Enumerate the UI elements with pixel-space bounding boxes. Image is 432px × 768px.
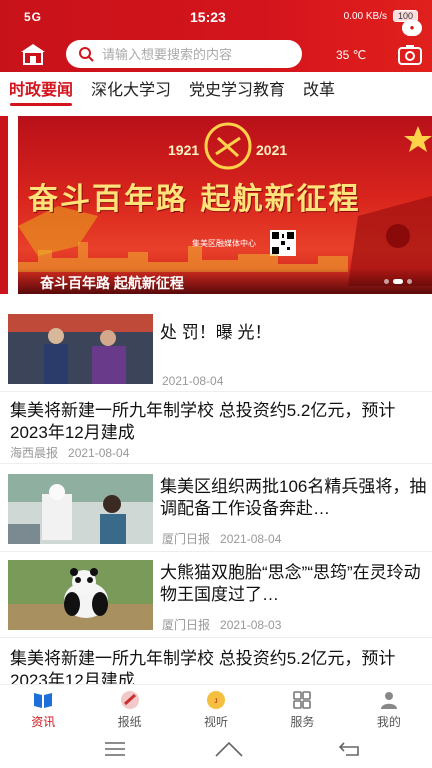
news-title: 集美将新建一所九年制学校 总投资约5.2亿元，预计2023年12月建成	[10, 401, 396, 442]
news-source: 海西晨报	[10, 446, 59, 460]
tab-reform[interactable]: 改革	[294, 72, 344, 110]
media-icon: ᴊ	[207, 691, 226, 709]
app-header: 5G 15:23 0.00 KB/s 100 35 ℃ ●	[0, 0, 432, 72]
newspaper-icon	[120, 691, 139, 709]
news-date: 2021-08-04	[162, 374, 224, 388]
camera-icon[interactable]	[396, 40, 424, 68]
nav-news[interactable]: 资讯	[0, 685, 86, 730]
news-meta: 海西晨报 2021-08-04	[10, 444, 129, 461]
news-item[interactable]: 大熊猫双胞胎“思念”“思筠”在灵玲动物王国度过了… 厦门日报 2021-08-03	[0, 558, 432, 638]
previous-banner-edge[interactable]	[0, 116, 8, 294]
bottom-nav: 资讯 报纸 ᴊ 视听 服务 我的	[0, 684, 432, 730]
search-input[interactable]	[102, 46, 292, 62]
back-icon[interactable]	[338, 740, 362, 758]
news-thumbnail	[8, 314, 153, 384]
carousel-dot-active	[393, 279, 403, 284]
nav-profile[interactable]: 我的	[346, 685, 432, 730]
nav-label: 视听	[204, 715, 229, 729]
news-source: 厦门日报	[162, 618, 211, 632]
system-nav-bar	[0, 730, 432, 768]
home-nav-icon[interactable]	[214, 740, 244, 758]
nav-label: 资讯	[31, 715, 56, 729]
news-item[interactable]: 集美将新建一所九年制学校 总投资约5.2亿元，预计2023年12月建成 海西晨报…	[0, 400, 432, 464]
banner-slogan: 奋斗百年路 起航新征程	[28, 182, 361, 217]
tab-party-history[interactable]: 党史学习教育	[180, 72, 294, 110]
status-bar: 5G 15:23 0.00 KB/s 100	[0, 0, 432, 34]
news-title: 处 罚！曝 光！	[160, 323, 272, 342]
menu-icon[interactable]	[104, 740, 126, 758]
banner-year-end: 2021	[256, 142, 288, 158]
news-title: 大熊猫双胞胎“思念”“思筠”在灵玲动物王国度过了…	[160, 563, 421, 604]
book-icon	[34, 693, 53, 708]
news-thumbnail	[8, 560, 153, 630]
hero-banner[interactable]: 1921 2021 奋斗百年路 起航新征程 集美区融媒体中心 奋斗百年路 起航新…	[18, 116, 432, 294]
news-item[interactable]: 集美将新建一所九年制学校 总投资约5.2亿元，预计2023年12月建成	[0, 648, 432, 684]
home-icon[interactable]	[18, 42, 48, 66]
notification-badge: ●	[402, 20, 422, 36]
news-date: 2021-08-03	[220, 618, 282, 632]
carousel-indicator	[384, 279, 412, 284]
news-thumbnail	[8, 474, 153, 544]
nav-newspaper[interactable]: 报纸	[86, 685, 172, 730]
search-bar[interactable]	[66, 40, 302, 68]
news-date: 2021-08-04	[68, 446, 130, 460]
category-tabs: 时政要闻 深化大学习 党史学习教育 改革	[0, 72, 432, 110]
nav-label: 服务	[290, 715, 315, 729]
news-meta: 厦门日报 2021-08-04	[162, 530, 281, 547]
news-item[interactable]: 集美区组织两批106名精兵强将，抽调配备工作设备奔赴… 厦门日报 2021-08-…	[0, 472, 432, 552]
carousel-dot	[384, 279, 389, 284]
nav-services[interactable]: 服务	[259, 685, 345, 730]
tab-deep-study[interactable]: 深化大学习	[82, 72, 180, 110]
signal-indicator: 5G	[24, 10, 43, 24]
city-skyline	[18, 242, 348, 272]
news-title: 集美将新建一所九年制学校 总投资约5.2亿元，预计2023年12月建成	[10, 649, 396, 684]
grid-icon	[293, 691, 312, 709]
carousel-dot	[407, 279, 412, 284]
nav-media[interactable]: ᴊ 视听	[173, 685, 259, 730]
banner-caption: 奋斗百年路 起航新征程	[18, 268, 432, 294]
network-speed: 0.00 KB/s	[343, 10, 387, 22]
user-icon	[380, 692, 397, 709]
news-item[interactable]: 处 罚！曝 光！ 2021-08-04	[0, 312, 432, 392]
nav-label: 报纸	[117, 715, 142, 729]
banner-year-start: 1921	[168, 142, 200, 158]
clock: 15:23	[190, 9, 226, 25]
news-title: 集美区组织两批106名精兵强将，抽调配备工作设备奔赴…	[160, 477, 427, 518]
tab-politics-news[interactable]: 时政要闻	[0, 72, 82, 110]
news-source: 厦门日报	[162, 532, 211, 546]
nav-label: 我的	[376, 715, 401, 729]
weather-temp[interactable]: 35 ℃	[336, 48, 366, 62]
news-date: 2021-08-04	[220, 532, 282, 546]
search-icon	[79, 47, 94, 62]
news-meta: 厦门日报 2021-08-03	[162, 616, 281, 633]
svg-text:ᴊ: ᴊ	[214, 696, 217, 705]
news-meta: 2021-08-04	[162, 374, 223, 388]
